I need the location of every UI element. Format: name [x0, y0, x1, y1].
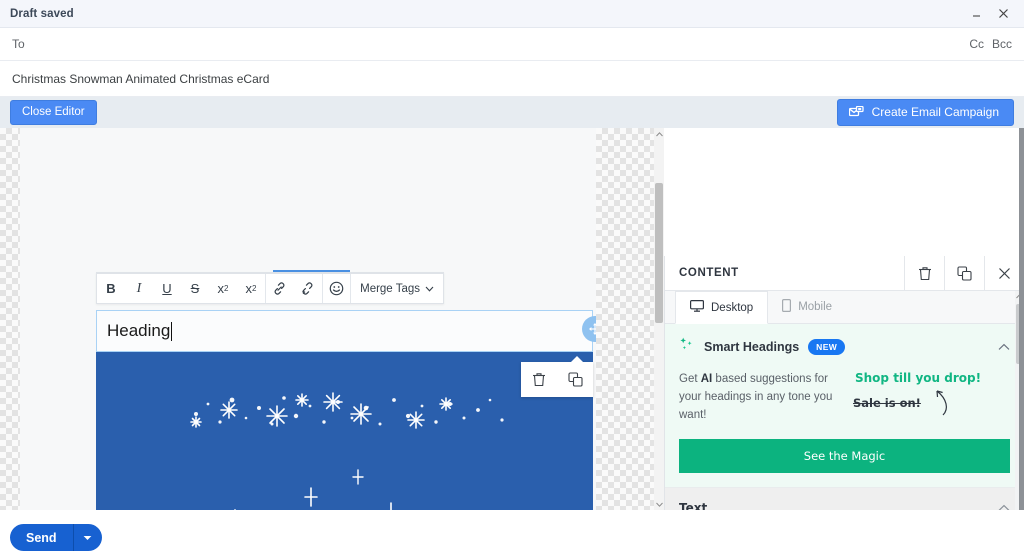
send-options-caret-icon[interactable]	[74, 524, 102, 551]
christmas-card-image[interactable]: Merry CHRISTMAS	[96, 352, 593, 510]
email-editor-window: Draft saved To Cc Bcc Christmas Snowman …	[0, 0, 1024, 559]
canvas-scroll-thumb[interactable]	[655, 183, 663, 323]
panel-title: CONTENT	[679, 267, 739, 279]
illustration-suggested-heading: Shop till you drop!	[855, 371, 982, 385]
chevron-up-icon[interactable]	[998, 338, 1010, 356]
block-floating-toolbar	[521, 356, 593, 397]
canvas-scrollbar[interactable]	[654, 128, 664, 510]
link-icon[interactable]	[266, 274, 294, 303]
bcc-button[interactable]: Bcc	[992, 37, 1012, 51]
mobile-icon	[782, 299, 792, 315]
heading-block[interactable]: Heading	[96, 310, 593, 352]
send-button[interactable]: Send	[10, 524, 73, 551]
rich-text-toolbar: B I U S x2 x2 Merge Tags	[96, 272, 444, 304]
draft-status-label: Draft saved	[10, 7, 74, 20]
merge-tags-label: Merge Tags	[360, 282, 420, 295]
email-canvas[interactable]: Merry CHRISTMAS Heading B I U S x2	[20, 128, 596, 510]
strikethrough-button[interactable]: S	[181, 274, 209, 303]
device-preview-tabs: Desktop Mobile	[665, 291, 1024, 324]
create-email-campaign-label: Create Email Campaign	[871, 104, 999, 119]
smart-headings-illustration: Shop till you drop! Sale is on!	[853, 371, 993, 419]
smart-headings-header[interactable]: Smart Headings NEW	[679, 336, 1010, 357]
canvas-transparent-strip-right	[596, 128, 654, 510]
sparkle-icon	[679, 336, 695, 357]
panel-delete-button[interactable]	[904, 256, 944, 290]
send-button-group[interactable]: Send	[10, 524, 102, 551]
subscript-exp: 2	[252, 284, 257, 293]
desc-part-1: Get	[679, 373, 701, 385]
emoji-icon[interactable]	[322, 274, 350, 303]
smart-headings-section: Smart Headings NEW Get AI based suggesti…	[665, 324, 1024, 489]
cc-bcc-group: Cc Bcc	[969, 37, 1012, 51]
smart-headings-title: Smart Headings	[704, 339, 800, 354]
desc-ai-highlight: AI	[700, 373, 713, 385]
compose-titlebar: Draft saved	[0, 0, 1024, 28]
editor-body: Merry CHRISTMAS Heading B I U S x2	[0, 128, 1024, 559]
new-badge: NEW	[808, 338, 846, 355]
subject-row[interactable]: Christmas Snowman Animated Christmas eCa…	[0, 61, 1024, 97]
canvas-transparent-strip-left	[0, 128, 20, 510]
bold-button[interactable]: B	[97, 274, 125, 303]
merge-tags-dropdown[interactable]: Merge Tags	[351, 274, 443, 303]
duplicate-icon[interactable]	[557, 372, 593, 387]
smart-headings-description: Get AI based suggestions for your headin…	[679, 371, 847, 424]
window-scrollbar[interactable]	[1019, 128, 1024, 510]
close-icon[interactable]	[997, 7, 1010, 20]
underline-button[interactable]: U	[153, 274, 181, 303]
desktop-icon	[690, 300, 705, 315]
tab-mobile-label: Mobile	[798, 301, 833, 313]
smart-headings-body: Get AI based suggestions for your headin…	[679, 371, 1010, 424]
campaign-icon	[848, 106, 864, 119]
trash-icon[interactable]	[521, 372, 557, 387]
italic-button[interactable]: I	[125, 274, 153, 303]
create-email-campaign-button[interactable]: Create Email Campaign	[836, 98, 1014, 127]
panel-close-button[interactable]	[984, 256, 1024, 290]
subscript-button[interactable]: x2	[237, 274, 265, 303]
illustration-old-heading: Sale is on!	[853, 396, 921, 410]
curved-arrow-icon	[927, 383, 955, 422]
toolbar-active-indicator	[273, 270, 350, 272]
subject-text: Christmas Snowman Animated Christmas eCa…	[12, 71, 270, 86]
superscript-exp: 2	[224, 284, 229, 293]
heading-input-value[interactable]: Heading	[107, 321, 170, 341]
chevron-down-icon	[425, 283, 434, 295]
text-caret	[171, 321, 173, 341]
close-editor-button[interactable]: Close Editor	[10, 100, 97, 125]
scroll-down-arrow-icon[interactable]	[654, 498, 664, 510]
scroll-up-arrow-icon[interactable]	[654, 128, 664, 140]
recipient-row[interactable]: To Cc Bcc	[0, 28, 1024, 61]
editor-action-bar: Close Editor Create Email Campaign	[0, 97, 1024, 128]
window-controls	[970, 7, 1014, 20]
panel-header: CONTENT	[665, 256, 1024, 291]
superscript-button[interactable]: x2	[209, 274, 237, 303]
to-label: To	[12, 37, 25, 51]
panel-duplicate-button[interactable]	[944, 256, 984, 290]
minimize-icon[interactable]	[970, 7, 983, 20]
tab-desktop-label: Desktop	[711, 301, 754, 314]
panel-header-actions	[904, 256, 1024, 290]
see-the-magic-button[interactable]: See the Magic	[679, 439, 1010, 474]
compose-footer: Send	[0, 510, 1024, 559]
cc-button[interactable]: Cc	[969, 37, 984, 51]
tab-mobile[interactable]: Mobile	[768, 291, 846, 323]
tab-desktop[interactable]: Desktop	[675, 291, 769, 324]
unlink-icon[interactable]	[294, 274, 322, 303]
